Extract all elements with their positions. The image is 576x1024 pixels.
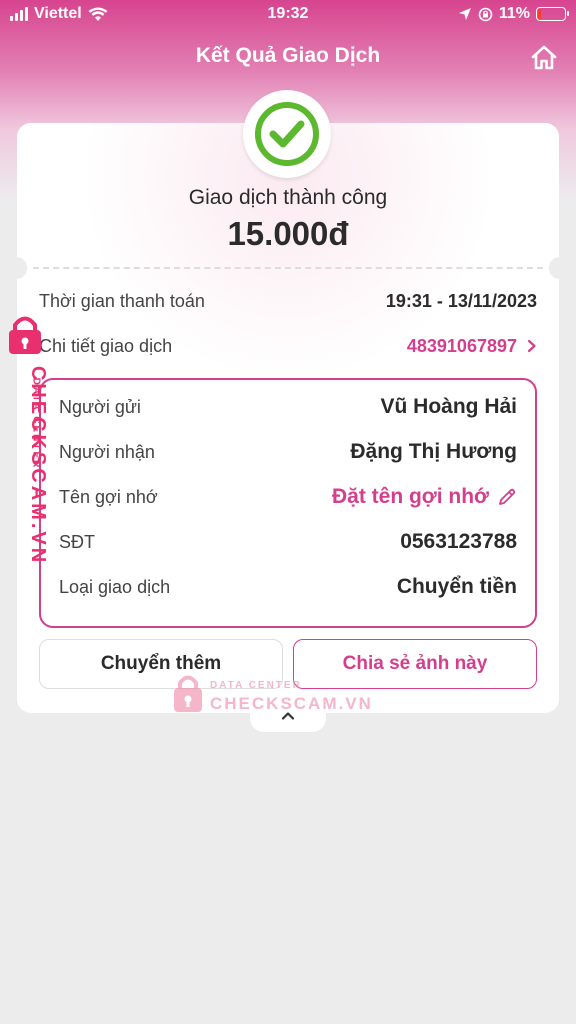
home-icon [531,45,557,70]
check-circle-icon [255,102,319,166]
sender-label: Người gửi [59,396,141,417]
success-message: Giao dịch thành công [188,186,388,209]
receiver-label: Người nhận [59,441,155,462]
chevron-right-icon [527,339,536,353]
transaction-type-label: Loại giao dịch [59,576,171,597]
watermark-bottom: DATA CENTER CHECKSCAM.VN [172,672,372,718]
phone-value: 0563123788 [400,530,517,553]
success-badge [243,90,331,178]
rotation-lock-icon [478,7,493,21]
transaction-type-value: Chuyển tiền [396,575,517,598]
battery-icon [536,7,569,21]
watermark-vertical: DATA CENTER CHECKSCAM.VN [6,314,56,566]
nickname-label: Tên gợi nhớ [59,486,158,507]
ticket-notch-right [549,257,569,279]
receiver-row: Người nhận Đặng Thị Hương [59,436,517,468]
transaction-id-link[interactable]: 48391067897 [407,336,537,357]
transaction-id-value: 48391067897 [406,335,517,356]
payment-time-value: 19:31 - 13/11/2023 [385,290,537,311]
transaction-detail-row[interactable]: Chi tiết giao dịch 48391067897 [39,331,537,361]
payment-time-row: Thời gian thanh toán 19:31 - 13/11/2023 [39,286,537,316]
status-bar: Viettel 19:32 11% [0,0,576,30]
payment-time-label: Thời gian thanh toán [39,290,205,311]
location-arrow-icon [458,8,471,20]
watermark-brand: CHECKSCAM.VN [27,365,50,566]
sender-row: Người gửi Vũ Hoàng Hải [59,391,517,423]
sender-value: Vũ Hoàng Hải [380,395,517,418]
nickname-value: Đặt tên gợi nhớ [331,485,489,508]
transaction-card: Giao dịch thành công 15.000đ Thời gian t… [7,90,569,713]
transaction-detail-label: Chi tiết giao dịch [39,335,173,356]
watermark-bottom-brand: CHECKSCAM.VN [210,694,373,713]
divider [33,267,543,269]
phone-label: SĐT [59,531,95,552]
watermark-bottom-subtitle: DATA CENTER [210,680,302,691]
ticket-notch-left [7,257,27,279]
receiver-value: Đặng Thị Hương [350,440,517,463]
pencil-icon [499,488,516,505]
lock-icon [174,675,202,712]
home-button[interactable] [530,44,558,72]
status-right: 11% [458,5,569,23]
transaction-type-row: Loại giao dịch Chuyển tiền [59,571,517,603]
set-nickname-button[interactable]: Đặt tên gợi nhớ [332,485,517,509]
lock-icon [9,316,41,354]
page-title: Kết Quả Giao Dịch [195,44,381,67]
transaction-amount: 15.000đ [227,215,349,252]
phone-row: SĐT 0563123788 [59,526,517,558]
battery-percent: 11% [498,5,530,22]
transaction-details-box: Người gửi Vũ Hoàng Hải Người nhận Đặng T… [39,378,537,628]
nickname-row: Tên gợi nhớ Đặt tên gợi nhớ [59,481,517,513]
